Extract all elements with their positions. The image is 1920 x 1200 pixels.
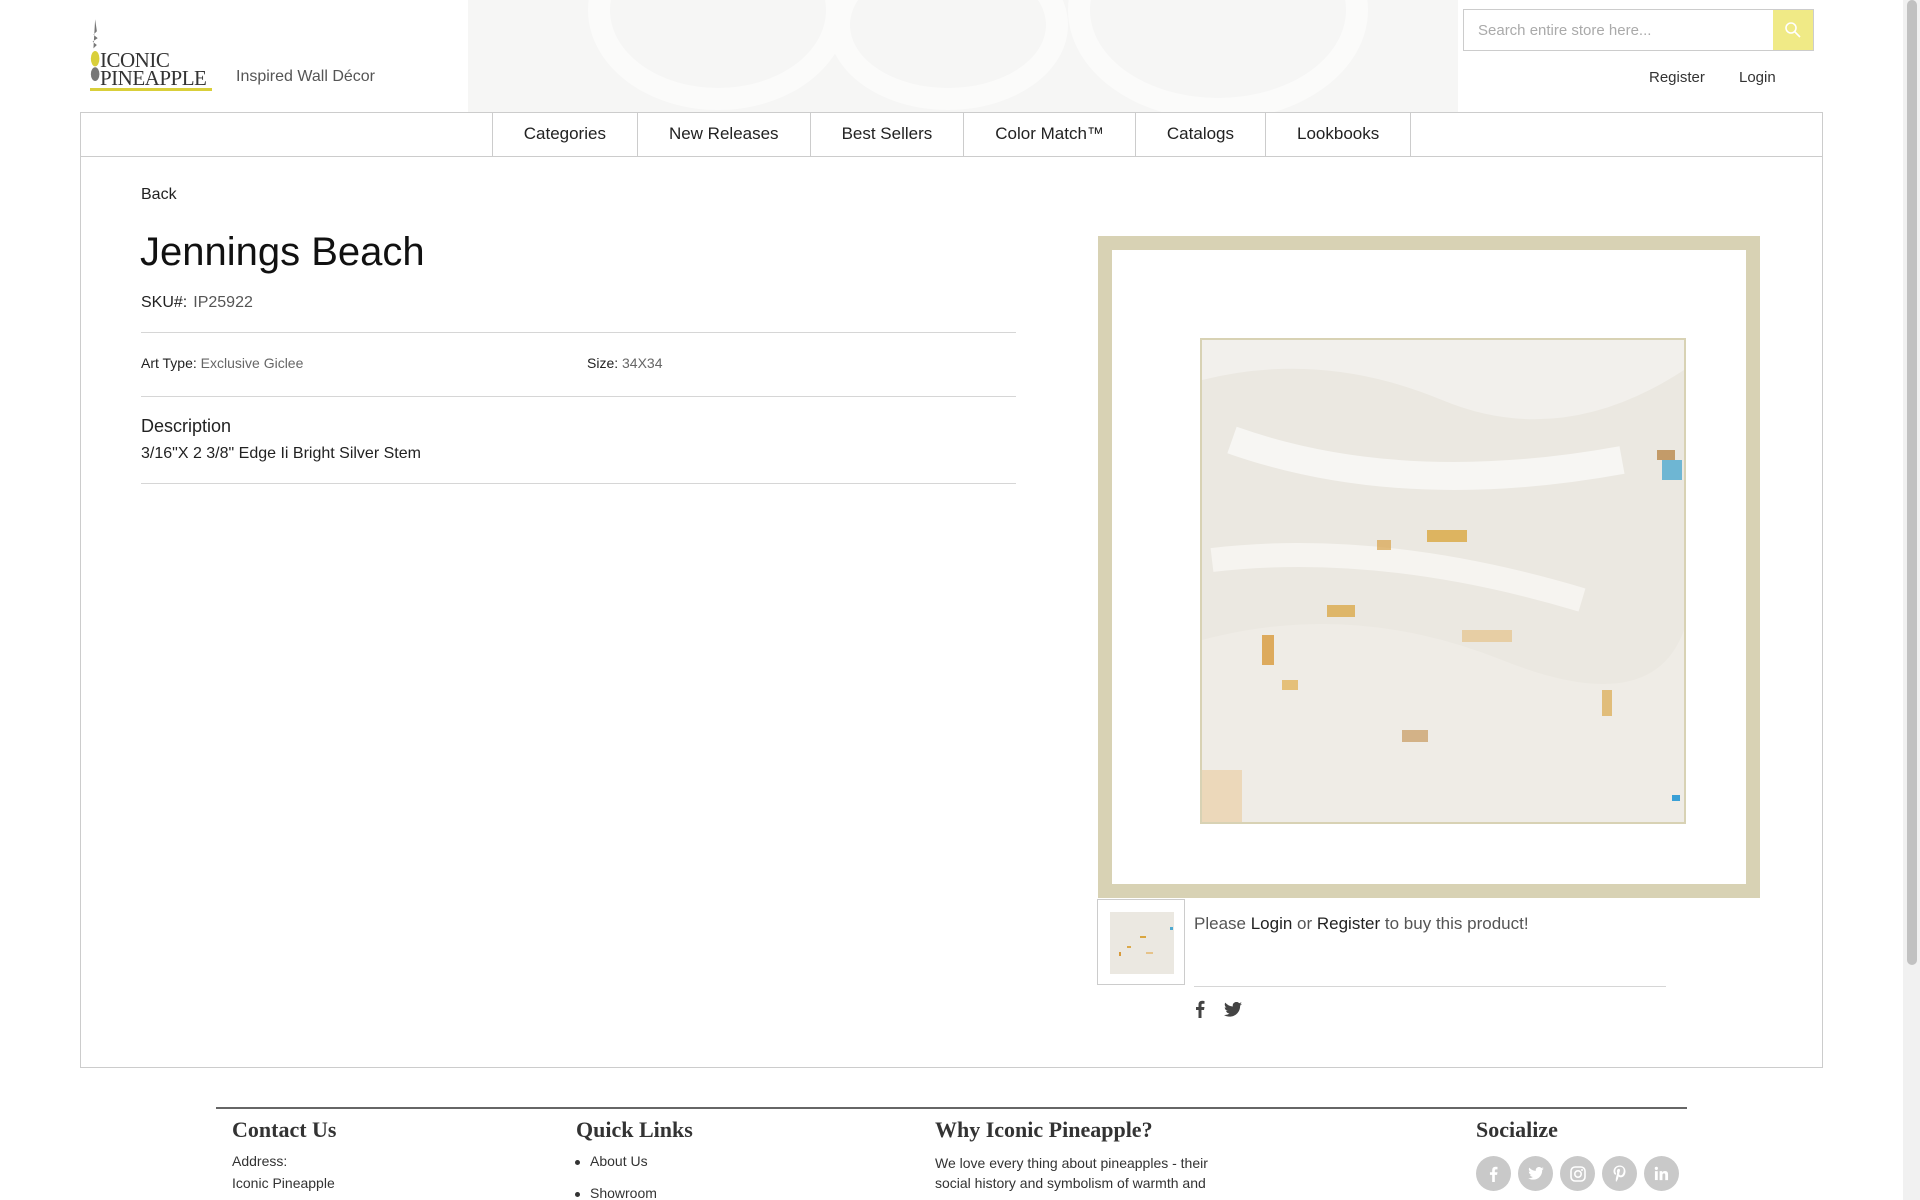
purchase-prompt: Please Login or Register to buy this pro…	[1194, 914, 1529, 934]
quicklink-about-us[interactable]: About Us	[575, 1153, 648, 1169]
site-tagline: Inspired Wall Décor	[236, 68, 376, 85]
nav-best-sellers[interactable]: Best Sellers	[809, 112, 964, 156]
social-facebook-button[interactable]	[1476, 1156, 1511, 1191]
facebook-icon	[1196, 1000, 1205, 1018]
divider	[1194, 986, 1666, 987]
share-twitter-button[interactable]	[1223, 999, 1243, 1019]
thumbnail-image	[1110, 912, 1174, 974]
art-type: Art Type: Exclusive Giclee	[141, 355, 303, 371]
purchase-prefix: Please	[1194, 914, 1251, 933]
pinterest-icon	[1613, 1165, 1625, 1182]
site-logo[interactable]: ICONIC PINEAPPLE	[90, 14, 214, 91]
art-type-label: Art Type:	[141, 355, 197, 371]
product-sku: SKU#: IP25922	[141, 294, 253, 312]
size: Size: 34X34	[587, 355, 663, 371]
divider	[141, 396, 1016, 397]
purchase-middle: or	[1292, 914, 1317, 933]
login-link[interactable]: Login	[1739, 69, 1776, 86]
header-decoration	[468, 0, 1458, 112]
social-pinterest-button[interactable]	[1602, 1156, 1637, 1191]
address-line: Iconic Pineapple	[232, 1175, 335, 1191]
thumbnail-painting	[1110, 912, 1174, 974]
sku-value: IP25922	[193, 294, 253, 311]
social-instagram-button[interactable]	[1560, 1156, 1595, 1191]
sku-label: SKU#:	[141, 294, 188, 311]
footer-why-heading: Why Iconic Pineapple?	[935, 1117, 1153, 1142]
nav-new-releases[interactable]: New Releases	[636, 112, 810, 156]
footer-contact-heading: Contact Us	[232, 1117, 337, 1142]
social-twitter-button[interactable]	[1518, 1156, 1553, 1191]
nav-color-match[interactable]: Color Match™	[963, 112, 1135, 156]
purchase-register-link[interactable]: Register	[1317, 914, 1380, 933]
footer-socialize-heading: Socialize	[1476, 1117, 1558, 1142]
purchase-login-link[interactable]: Login	[1251, 914, 1293, 933]
divider	[141, 332, 1016, 333]
why-text-line: social history and symbolism of warmth a…	[935, 1175, 1206, 1191]
nav-catalogs[interactable]: Catalogs	[1134, 112, 1265, 156]
page-scrollbar[interactable]	[1903, 0, 1920, 1200]
search-icon	[1785, 22, 1801, 38]
product-thumbnail[interactable]	[1097, 899, 1185, 985]
artwork-image	[1200, 338, 1686, 824]
why-text-line: We love every thing about pineapples - t…	[935, 1155, 1208, 1171]
back-link[interactable]: Back	[141, 186, 177, 204]
frame-mat	[1112, 250, 1746, 884]
divider	[141, 483, 1016, 484]
footer-quicklinks-heading: Quick Links	[576, 1117, 693, 1142]
linkedin-icon	[1654, 1166, 1669, 1181]
product-image[interactable]	[1098, 236, 1760, 898]
abstract-painting	[1202, 340, 1684, 822]
search-button[interactable]	[1773, 10, 1813, 50]
search-box	[1463, 9, 1814, 51]
twitter-icon	[1527, 1167, 1544, 1180]
nav-lookbooks[interactable]: Lookbooks	[1265, 112, 1412, 156]
description-text: 3/16"X 2 3/8" Edge Ii Bright Silver Stem	[141, 445, 421, 462]
social-linkedin-button[interactable]	[1644, 1156, 1679, 1191]
size-value: 34X34	[622, 355, 663, 371]
purchase-suffix: to buy this product!	[1380, 914, 1529, 933]
quicklink-showroom[interactable]: Showroom	[575, 1185, 657, 1200]
footer-divider	[216, 1107, 1687, 1109]
search-input[interactable]	[1464, 10, 1772, 50]
register-link[interactable]: Register	[1649, 69, 1705, 86]
address-label: Address:	[232, 1153, 288, 1169]
logo-underline	[90, 88, 212, 91]
description-heading: Description	[141, 416, 232, 436]
size-label: Size:	[587, 355, 619, 371]
art-type-value: Exclusive Giclee	[200, 355, 304, 371]
facebook-icon	[1489, 1166, 1498, 1182]
nav-categories[interactable]: Categories	[491, 112, 637, 156]
instagram-icon	[1569, 1165, 1586, 1182]
share-facebook-button[interactable]	[1190, 999, 1210, 1019]
main-navigation: Categories New Releases Best Sellers Col…	[80, 112, 1823, 157]
scrollbar-thumb[interactable]	[1907, 0, 1917, 965]
product-title: Jennings Beach	[140, 230, 425, 274]
twitter-icon	[1224, 1001, 1242, 1017]
